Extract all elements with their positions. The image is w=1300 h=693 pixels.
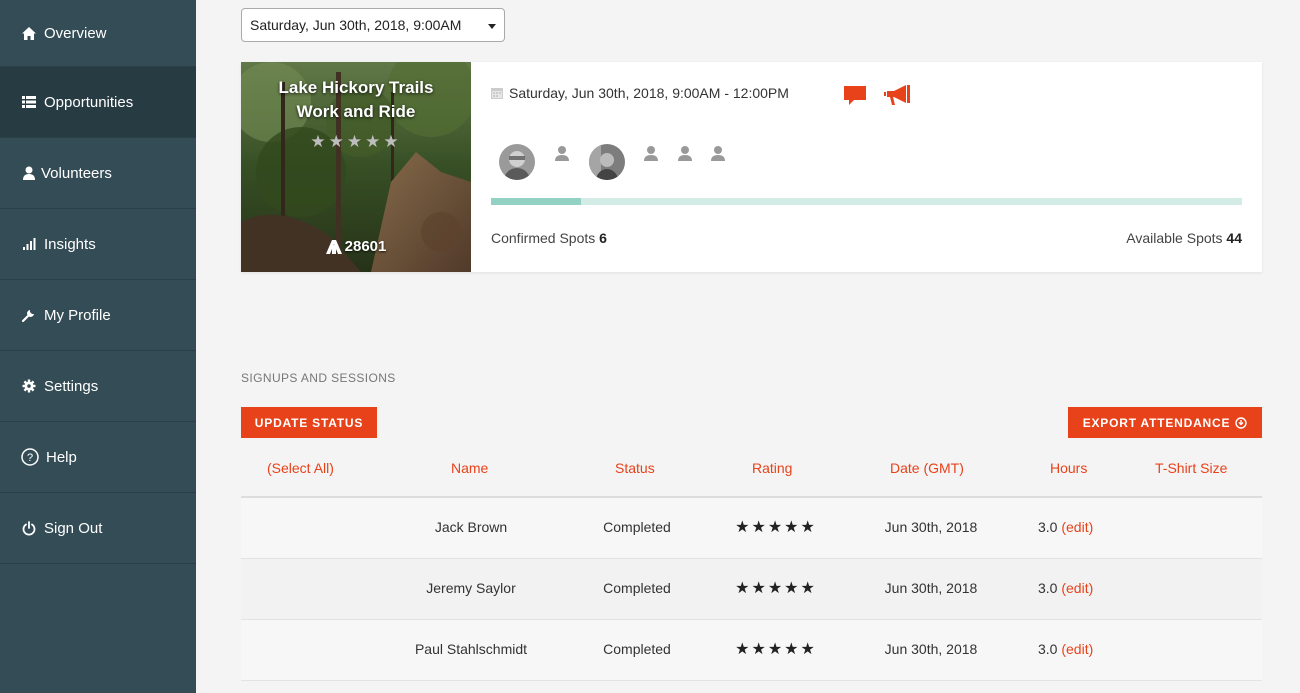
opportunity-title-line1: Lake Hickory Trails bbox=[278, 78, 434, 97]
edit-hours-link[interactable]: (edit) bbox=[1061, 519, 1093, 535]
rating-stars[interactable]: ★★★★★ bbox=[721, 578, 831, 598]
update-status-button[interactable]: UPDATE STATUS bbox=[241, 407, 377, 438]
sidebar-item-label: Settings bbox=[44, 377, 99, 395]
location-logo-icon bbox=[325, 239, 342, 254]
main-content: Saturday, Jun 30th, 2018, 9:00AM Lake Hi… bbox=[196, 0, 1300, 693]
empty-spot-user-icon bbox=[643, 145, 661, 163]
signup-status: Completed bbox=[603, 641, 671, 657]
sidebar-item-volunteers[interactable]: Volunteers bbox=[0, 138, 196, 209]
hours-value: 3.0 bbox=[1038, 580, 1058, 596]
volunteer-name[interactable]: Paul Stahlschmidt bbox=[401, 641, 541, 657]
opportunity-image[interactable]: Lake Hickory Trails Work and Ride ★★★★★ … bbox=[241, 62, 471, 272]
hours-cell: 3.0 (edit) bbox=[1038, 641, 1108, 657]
session-select-value: Saturday, Jun 30th, 2018, 9:00AM bbox=[250, 17, 462, 33]
sidebar-item-label: Help bbox=[46, 448, 77, 466]
svg-text:?: ? bbox=[27, 452, 33, 464]
zip-code: 28601 bbox=[344, 238, 387, 255]
chat-icon[interactable] bbox=[844, 86, 866, 111]
megaphone-icon[interactable] bbox=[884, 84, 910, 111]
volunteer-name[interactable]: Jack Brown bbox=[401, 519, 541, 535]
rating-stars[interactable]: ★★★★★ bbox=[721, 517, 831, 537]
sidebar-item-label: Volunteers bbox=[41, 164, 112, 182]
status-header[interactable]: Status bbox=[615, 460, 655, 476]
opportunity-card: Lake Hickory Trails Work and Ride ★★★★★ … bbox=[241, 62, 1262, 272]
confirmed-spots: Confirmed Spots 6 bbox=[491, 230, 607, 246]
name-header[interactable]: Name bbox=[451, 460, 488, 476]
question-icon: ? bbox=[21, 448, 39, 466]
session-select[interactable]: Saturday, Jun 30th, 2018, 9:00AM bbox=[241, 8, 505, 42]
signup-date: Jun 30th, 2018 bbox=[884, 641, 978, 657]
signup-status: Completed bbox=[603, 519, 671, 535]
opportunity-rating-stars: ★★★★★ bbox=[310, 132, 402, 151]
user-icon bbox=[21, 165, 37, 181]
hours-cell: 3.0 (edit) bbox=[1038, 580, 1108, 596]
signup-date: Jun 30th, 2018 bbox=[884, 580, 978, 596]
sidebar-item-label: Sign Out bbox=[44, 519, 103, 537]
hours-cell: 3.0 (edit) bbox=[1038, 519, 1108, 535]
empty-spot-user-icon bbox=[710, 145, 728, 163]
sidebar-item-sign-out[interactable]: Sign Out bbox=[0, 493, 196, 564]
sidebar-item-help[interactable]: ? Help bbox=[0, 422, 196, 493]
opportunity-title-line2: Work and Ride bbox=[296, 102, 416, 121]
hours-value: 3.0 bbox=[1038, 641, 1058, 657]
list-icon bbox=[21, 94, 37, 110]
edit-hours-link[interactable]: (edit) bbox=[1061, 641, 1093, 657]
available-spots: Available Spots 44 bbox=[1126, 230, 1242, 246]
opportunity-title: Lake Hickory Trails Work and Ride bbox=[241, 76, 471, 124]
sidebar-item-label: My Profile bbox=[44, 306, 111, 324]
edit-hours-link[interactable]: (edit) bbox=[1061, 580, 1093, 596]
bar-chart-icon bbox=[21, 236, 37, 252]
export-attendance-label: EXPORT ATTENDANCE bbox=[1082, 415, 1231, 430]
opportunity-date-text: Saturday, Jun 30th, 2018, 9:00AM - 12:00… bbox=[509, 85, 789, 101]
wrench-icon bbox=[21, 307, 37, 323]
confirmed-spots-label: Confirmed Spots bbox=[491, 230, 596, 246]
sidebar-item-my-profile[interactable]: My Profile bbox=[0, 280, 196, 351]
signup-date: Jun 30th, 2018 bbox=[884, 519, 978, 535]
download-circle-icon bbox=[1235, 416, 1247, 429]
spots-progress-bar bbox=[491, 198, 1242, 205]
opportunity-zip: 28601 bbox=[241, 238, 471, 255]
avatar[interactable] bbox=[499, 144, 535, 180]
empty-spot-user-icon bbox=[677, 145, 695, 163]
sidebar: Overview Opportunities Volunteers Insigh… bbox=[0, 0, 196, 693]
table-row[interactable]: Jeremy Saylor Completed ★★★★★ Jun 30th, … bbox=[241, 559, 1262, 620]
sidebar-item-label: Insights bbox=[44, 235, 96, 253]
select-all-header[interactable]: (Select All) bbox=[267, 460, 334, 476]
update-status-label: UPDATE STATUS bbox=[254, 415, 364, 430]
sidebar-item-insights[interactable]: Insights bbox=[0, 209, 196, 280]
hours-header[interactable]: Hours bbox=[1050, 460, 1087, 476]
available-spots-label: Available Spots bbox=[1126, 230, 1223, 246]
section-title: SIGNUPS AND SESSIONS bbox=[241, 371, 396, 385]
tshirt-size-header[interactable]: T-Shirt Size bbox=[1155, 460, 1227, 476]
empty-spot-user-icon bbox=[554, 145, 572, 163]
gear-icon bbox=[21, 378, 37, 394]
table-row[interactable]: Jack Brown Completed ★★★★★ Jun 30th, 201… bbox=[241, 498, 1262, 559]
calendar-icon bbox=[491, 88, 503, 99]
sidebar-item-label: Opportunities bbox=[44, 93, 134, 111]
table-row[interactable]: Paul Stahlschmidt Completed ★★★★★ Jun 30… bbox=[241, 620, 1262, 681]
export-attendance-button[interactable]: EXPORT ATTENDANCE bbox=[1068, 407, 1262, 438]
sidebar-item-label: Overview bbox=[44, 24, 107, 42]
signups-table: (Select All) Name Status Rating Date (GM… bbox=[241, 450, 1262, 681]
sidebar-item-overview[interactable]: Overview bbox=[0, 0, 196, 67]
spots-progress-fill bbox=[491, 198, 582, 205]
table-header: (Select All) Name Status Rating Date (GM… bbox=[241, 450, 1262, 498]
sidebar-item-opportunities[interactable]: Opportunities bbox=[0, 67, 196, 138]
rating-header[interactable]: Rating bbox=[752, 460, 792, 476]
rating-stars[interactable]: ★★★★★ bbox=[721, 639, 831, 659]
avatar[interactable] bbox=[589, 144, 625, 180]
opportunity-date: Saturday, Jun 30th, 2018, 9:00AM - 12:00… bbox=[491, 85, 789, 101]
confirmed-spots-value: 6 bbox=[599, 230, 607, 246]
signup-status: Completed bbox=[603, 580, 671, 596]
power-icon bbox=[21, 520, 37, 536]
volunteer-name[interactable]: Jeremy Saylor bbox=[401, 580, 541, 596]
caret-down-icon bbox=[488, 24, 496, 29]
sidebar-item-settings[interactable]: Settings bbox=[0, 351, 196, 422]
available-spots-value: 44 bbox=[1226, 230, 1242, 246]
hours-value: 3.0 bbox=[1038, 519, 1058, 535]
date-header[interactable]: Date (GMT) bbox=[890, 460, 964, 476]
home-icon bbox=[21, 25, 37, 41]
